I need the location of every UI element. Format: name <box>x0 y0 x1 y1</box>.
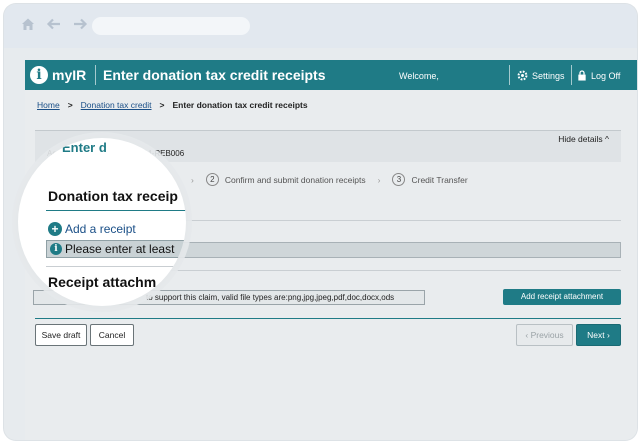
section-title: Donation tax receip <box>48 188 178 204</box>
browser-chrome <box>4 4 637 48</box>
magnified-heading: Enter d <box>62 140 107 155</box>
step-progress: › 2 Confirm and submit donation receipts… <box>185 173 468 186</box>
info-message-text: Please enter at least <box>65 242 175 256</box>
magnified-content: Enter d Donation tax receip + Add a rece… <box>18 138 186 306</box>
browser-nav <box>20 16 88 32</box>
hide-details-toggle[interactable]: Hide details ^ <box>558 134 609 144</box>
add-receipt-label: Add a receipt <box>65 222 136 236</box>
step-chevron-icon: › <box>377 174 381 185</box>
magnifier-lens: Enter d Donation tax receip + Add a rece… <box>18 138 186 306</box>
gear-icon <box>517 70 528 81</box>
info-message: i Please enter at least <box>46 240 186 258</box>
logoff-link[interactable]: Log Off <box>577 70 620 81</box>
step-number: 2 <box>205 173 219 186</box>
plus-circle-icon: + <box>48 222 62 236</box>
breadcrumb-donation-tax-credit[interactable]: Donation tax credit <box>81 100 152 110</box>
previous-button[interactable]: ‹ Previous <box>516 324 573 346</box>
settings-link[interactable]: Settings <box>517 70 565 81</box>
settings-label: Settings <box>532 70 565 81</box>
breadcrumb-separator: > <box>159 100 165 110</box>
next-label: Next <box>587 330 605 340</box>
previous-label: Previous <box>530 330 564 340</box>
browser-window: i myIR Enter donation tax credit receipt… <box>4 4 637 440</box>
address-bar[interactable] <box>92 17 250 35</box>
header-divider <box>95 65 96 85</box>
save-draft-button[interactable]: Save draft <box>35 324 87 346</box>
logo-i-icon: i <box>30 66 48 84</box>
logo-text: myIR <box>52 67 87 83</box>
attachment-title: Receipt attachm <box>48 274 157 290</box>
chevron-up-icon: ^ <box>605 134 609 144</box>
chevron-right-icon: › <box>604 330 610 340</box>
hide-details-label: Hide details <box>558 134 603 144</box>
welcome-text: Welcome, <box>399 71 439 81</box>
add-receipt-attachment-button[interactable]: Add receipt attachment <box>503 289 621 305</box>
breadcrumb-separator: > <box>67 100 73 110</box>
info-icon: i <box>50 243 62 255</box>
divider <box>46 266 186 267</box>
step-chevron-icon: › <box>191 174 194 185</box>
breadcrumb-current: Enter donation tax credit receipts <box>172 100 308 110</box>
header-divider <box>571 65 572 85</box>
step-label: Credit Transfer <box>411 174 468 185</box>
logoff-label: Log Off <box>591 70 621 81</box>
back-arrow-icon[interactable] <box>46 16 62 32</box>
home-icon[interactable] <box>20 16 36 32</box>
breadcrumb: Home > Donation tax credit > Enter donat… <box>37 100 308 110</box>
page-title: Enter donation tax credit receipts <box>103 67 326 83</box>
step-label: Confirm and submit donation receipts <box>224 174 366 185</box>
breadcrumb-home[interactable]: Home <box>37 100 60 110</box>
myir-logo[interactable]: i myIR <box>30 66 86 84</box>
divider <box>46 210 186 211</box>
add-receipt-link[interactable]: + Add a receipt <box>48 222 136 236</box>
lock-icon <box>578 70 586 81</box>
next-button[interactable]: Next › <box>576 324 621 346</box>
forward-arrow-icon[interactable] <box>72 16 88 32</box>
app-header: i myIR Enter donation tax credit receipt… <box>25 60 637 90</box>
header-divider <box>509 65 510 85</box>
step-number: 3 <box>392 173 406 186</box>
cancel-button[interactable]: Cancel <box>90 324 134 346</box>
divider <box>35 318 621 319</box>
